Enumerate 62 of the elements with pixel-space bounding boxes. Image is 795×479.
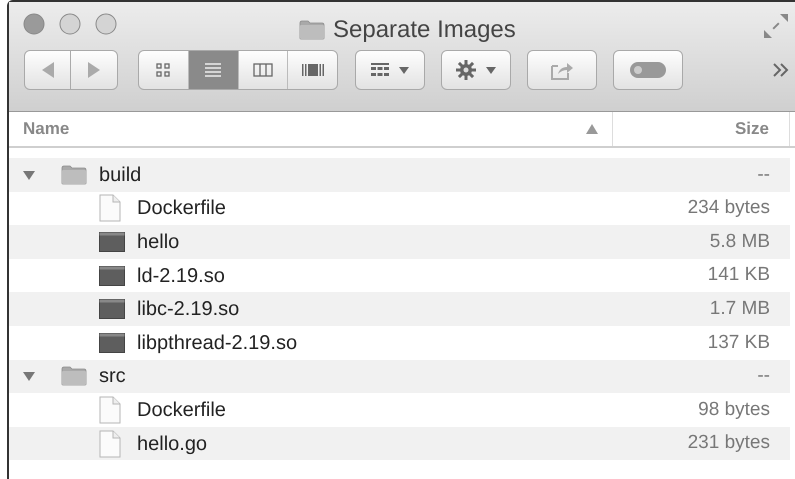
window-control-icon[interactable] xyxy=(59,13,81,35)
executable-icon xyxy=(99,332,125,353)
file-size: -- xyxy=(757,162,771,187)
file-name: build xyxy=(99,162,142,188)
window-title: Separate Images xyxy=(333,15,516,45)
file-name: src xyxy=(99,364,126,390)
share-button[interactable] xyxy=(527,50,597,90)
share-icon xyxy=(550,60,574,80)
file-size: 5.8 MB xyxy=(710,230,771,254)
document-icon xyxy=(99,194,121,222)
folder-icon xyxy=(299,20,325,40)
column-header[interactable]: Name xyxy=(9,112,613,146)
file-size: -- xyxy=(757,364,771,388)
file-size: 98 bytes xyxy=(698,398,771,422)
file-name: hello xyxy=(137,230,180,255)
fullscreen-icon[interactable] xyxy=(764,14,788,38)
document-icon xyxy=(99,396,121,424)
overflow-chevron-icon[interactable] xyxy=(773,63,789,77)
file-name: Dockerfile xyxy=(137,196,226,222)
window-control-icon[interactable] xyxy=(95,13,117,35)
file-row[interactable]: hello 5.8 MB xyxy=(9,225,790,259)
action-button[interactable] xyxy=(441,50,511,90)
file-name: ld-2.19.so xyxy=(137,264,225,289)
forward-arrow-icon xyxy=(88,62,100,78)
arrange-button[interactable] xyxy=(355,50,425,90)
folder-icon xyxy=(61,366,87,386)
arrange-icon xyxy=(371,63,389,77)
file-size: 141 KB xyxy=(708,263,771,288)
disclosure-triangle-icon[interactable] xyxy=(23,168,35,181)
gear-icon xyxy=(456,60,476,80)
folder-icon xyxy=(61,164,87,185)
file-size: 231 bytes xyxy=(688,431,771,456)
file-size: 234 bytes xyxy=(688,196,771,220)
column-label: Size xyxy=(734,118,769,140)
file-name: hello.go xyxy=(137,432,208,457)
column-header[interactable]: Size xyxy=(613,112,790,146)
window-control-icon[interactable] xyxy=(23,13,45,35)
file-name: libc-2.19.so xyxy=(137,297,240,322)
document-icon xyxy=(99,430,121,458)
tag-icon xyxy=(630,62,666,78)
back-arrow-icon xyxy=(42,62,54,78)
disclosure-triangle-icon[interactable] xyxy=(23,370,35,382)
columns-icon xyxy=(252,62,273,78)
file-name: libpthread-2.19.so xyxy=(137,330,298,356)
tag-button[interactable] xyxy=(613,50,683,90)
executable-icon xyxy=(99,266,125,286)
file-size: 1.7 MB xyxy=(710,296,771,321)
executable-icon xyxy=(99,232,125,252)
caret-icon xyxy=(399,66,409,74)
file-size: 137 KB xyxy=(708,330,771,355)
column-label: Name xyxy=(23,118,70,140)
file-row[interactable]: hello.go 231 bytes xyxy=(9,426,790,460)
executable-icon xyxy=(99,299,125,320)
file-row[interactable]: build -- xyxy=(9,158,790,192)
file-row[interactable]: libc-2.19.so 1.7 MB xyxy=(9,292,790,326)
grid-icon xyxy=(155,62,172,78)
list-icon xyxy=(204,62,222,78)
caret-icon xyxy=(486,66,496,74)
file-row[interactable]: src -- xyxy=(9,360,790,394)
cover-flow-icon xyxy=(300,62,325,78)
file-name: Dockerfile xyxy=(137,398,226,423)
view-mode-button[interactable] xyxy=(188,51,238,89)
